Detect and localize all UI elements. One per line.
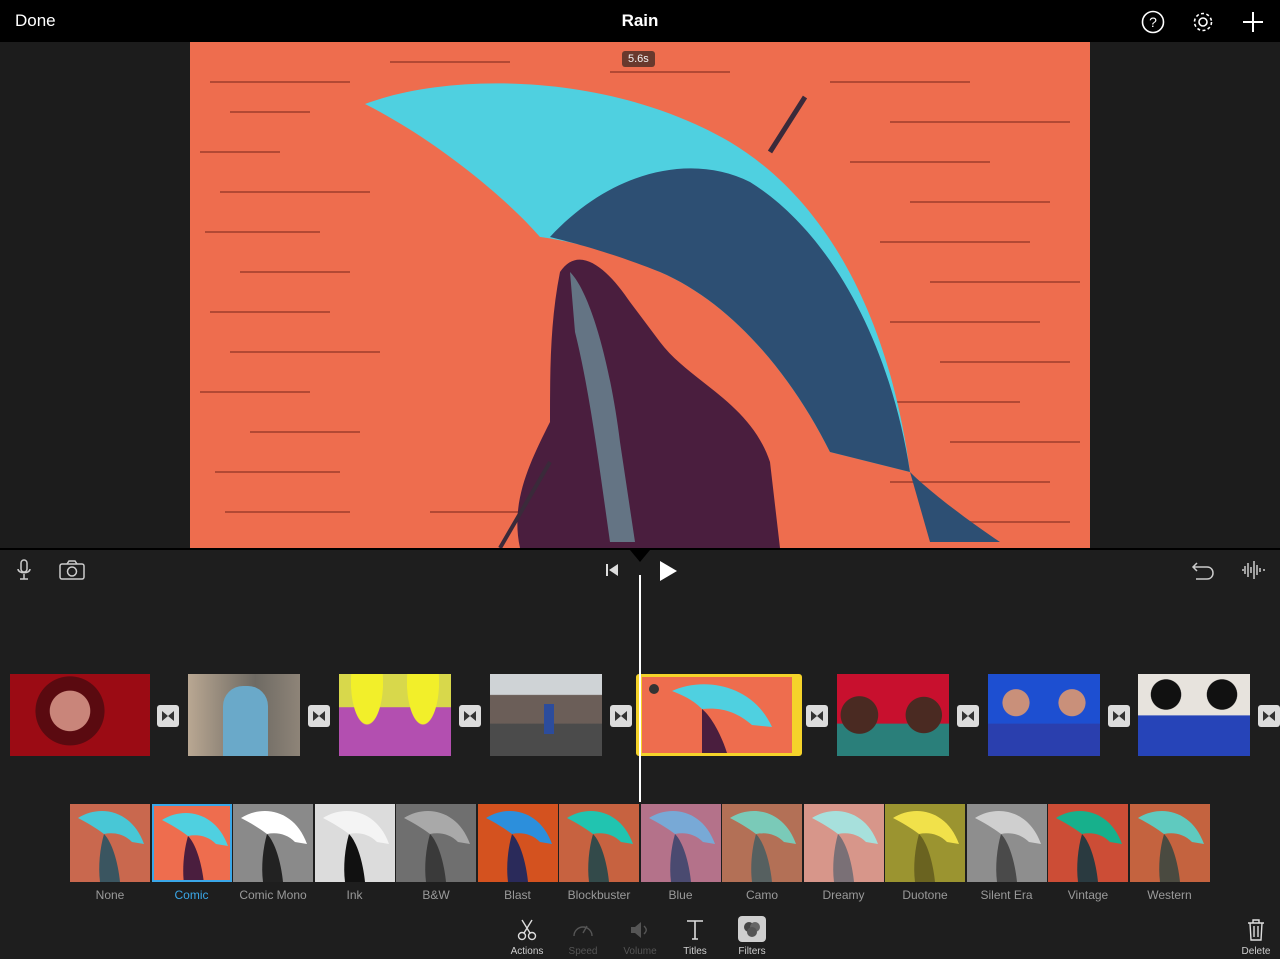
filter-thumbnail bbox=[1129, 804, 1210, 882]
text-t-icon bbox=[687, 920, 703, 940]
done-button[interactable]: Done bbox=[15, 11, 56, 31]
transition-icon[interactable] bbox=[308, 705, 330, 727]
delete-label: Delete bbox=[1241, 946, 1271, 957]
filters-button[interactable]: Filters bbox=[724, 916, 780, 959]
filter-label: Ink bbox=[346, 888, 363, 902]
filter-thumbnail bbox=[477, 804, 558, 882]
filter-label: Duotone bbox=[902, 888, 948, 902]
filters-icon bbox=[744, 922, 760, 937]
preview-image bbox=[190, 42, 1090, 548]
transition-icon[interactable] bbox=[1108, 705, 1130, 727]
filter-silent-era[interactable]: Silent Era bbox=[966, 804, 1047, 904]
volume-label: Volume bbox=[623, 946, 657, 957]
transition-icon[interactable] bbox=[806, 705, 828, 727]
gear-icon[interactable] bbox=[1190, 9, 1216, 35]
trash-icon bbox=[1248, 919, 1264, 941]
viewer-area: 5.6s bbox=[0, 42, 1280, 548]
filter-ink[interactable]: Ink bbox=[314, 804, 395, 904]
filter-dreamy[interactable]: Dreamy bbox=[803, 804, 884, 904]
playhead-marker bbox=[630, 550, 650, 562]
filter-blockbuster[interactable]: Blockbuster bbox=[559, 804, 639, 904]
filter-blast[interactable]: Blast bbox=[477, 804, 558, 904]
filter-thumbnail bbox=[314, 804, 395, 882]
playhead[interactable] bbox=[639, 575, 641, 803]
speed-button: Speed bbox=[555, 916, 611, 959]
timeline-clip[interactable] bbox=[10, 674, 150, 756]
filter-label: Silent Era bbox=[980, 888, 1033, 902]
undo-icon[interactable] bbox=[1190, 559, 1216, 581]
filter-thumbnail bbox=[559, 804, 639, 882]
filter-label: Vintage bbox=[1067, 888, 1109, 902]
filter-thumbnail bbox=[233, 804, 313, 882]
actions-button[interactable]: Actions bbox=[499, 916, 555, 959]
project-title: Rain bbox=[621, 11, 659, 30]
filter-thumbnail bbox=[1048, 804, 1128, 882]
duration-badge: 5.6s bbox=[622, 51, 655, 67]
filter-b-w[interactable]: B&W bbox=[396, 804, 476, 904]
waveform-icon[interactable] bbox=[1240, 559, 1266, 581]
top-bar: Done Rain ? bbox=[0, 0, 1280, 42]
filter-thumbnail bbox=[70, 804, 150, 882]
play-icon[interactable] bbox=[656, 559, 680, 583]
filter-thumbnail bbox=[640, 804, 721, 882]
bottom-toolbar: Actions Speed Volume Titles Filters Dele… bbox=[0, 906, 1280, 959]
transition-icon[interactable] bbox=[957, 705, 979, 727]
filter-western[interactable]: Western bbox=[1129, 804, 1210, 904]
filter-label: B&W bbox=[422, 888, 450, 902]
volume-button: Volume bbox=[612, 916, 668, 959]
timeline-clip-selected[interactable] bbox=[636, 674, 802, 756]
filter-label: Comic bbox=[174, 888, 209, 902]
transition-icon[interactable] bbox=[157, 705, 179, 727]
titles-button[interactable]: Titles bbox=[667, 916, 723, 959]
video-preview[interactable]: 5.6s bbox=[190, 42, 1090, 548]
filter-comic-mono[interactable]: Comic Mono bbox=[233, 804, 313, 904]
transition-icon[interactable] bbox=[459, 705, 481, 727]
filter-blue[interactable]: Blue bbox=[640, 804, 721, 904]
timeline-clip[interactable] bbox=[988, 674, 1100, 756]
transition-icon[interactable] bbox=[610, 705, 632, 727]
filter-label: Western bbox=[1147, 888, 1192, 902]
speed-label: Speed bbox=[568, 946, 598, 957]
filter-label: Dreamy bbox=[822, 888, 865, 902]
timeline-clip[interactable] bbox=[837, 674, 949, 756]
filter-thumbnail bbox=[803, 804, 884, 882]
timeline-clip[interactable] bbox=[188, 674, 300, 756]
filter-thumbnail bbox=[885, 804, 965, 882]
delete-button[interactable]: Delete bbox=[1228, 916, 1280, 959]
filter-comic[interactable]: Comic bbox=[151, 804, 232, 904]
microphone-icon[interactable] bbox=[14, 558, 34, 582]
speaker-icon bbox=[631, 922, 647, 938]
transition-icon[interactable] bbox=[1258, 705, 1280, 727]
timeline-clip[interactable] bbox=[339, 674, 451, 756]
speedometer-icon bbox=[573, 925, 593, 937]
filter-thumbnail bbox=[396, 804, 476, 882]
timeline-clip[interactable] bbox=[1138, 674, 1250, 756]
svg-text:?: ? bbox=[1149, 14, 1157, 30]
actions-label: Actions bbox=[510, 946, 544, 957]
filter-thumbnail bbox=[151, 804, 232, 882]
filter-duotone[interactable]: Duotone bbox=[885, 804, 965, 904]
skip-to-start-icon[interactable] bbox=[604, 562, 620, 578]
filter-label: Blockbuster bbox=[567, 888, 631, 902]
filters-label: Filters bbox=[738, 946, 766, 957]
plus-icon[interactable] bbox=[1240, 9, 1266, 35]
filter-camo[interactable]: Camo bbox=[722, 804, 802, 904]
filter-none[interactable]: None bbox=[70, 804, 150, 904]
camera-icon[interactable] bbox=[58, 559, 86, 581]
timeline-clip[interactable] bbox=[490, 674, 602, 756]
filter-vintage[interactable]: Vintage bbox=[1048, 804, 1128, 904]
help-icon[interactable]: ? bbox=[1140, 9, 1166, 35]
titles-label: Titles bbox=[683, 946, 707, 957]
filter-label: Camo bbox=[745, 888, 778, 902]
filter-thumbnail bbox=[722, 804, 802, 882]
filter-strip: None Comic Comic Mono Ink B&W Blast Blockbuste… bbox=[0, 802, 1280, 906]
filter-thumbnail bbox=[966, 804, 1047, 882]
filter-label: Blue bbox=[668, 888, 693, 902]
filter-label: None bbox=[95, 888, 125, 902]
filter-label: Comic Mono bbox=[239, 888, 307, 902]
filter-label: Blast bbox=[504, 888, 531, 902]
scissors-icon bbox=[517, 919, 537, 941]
